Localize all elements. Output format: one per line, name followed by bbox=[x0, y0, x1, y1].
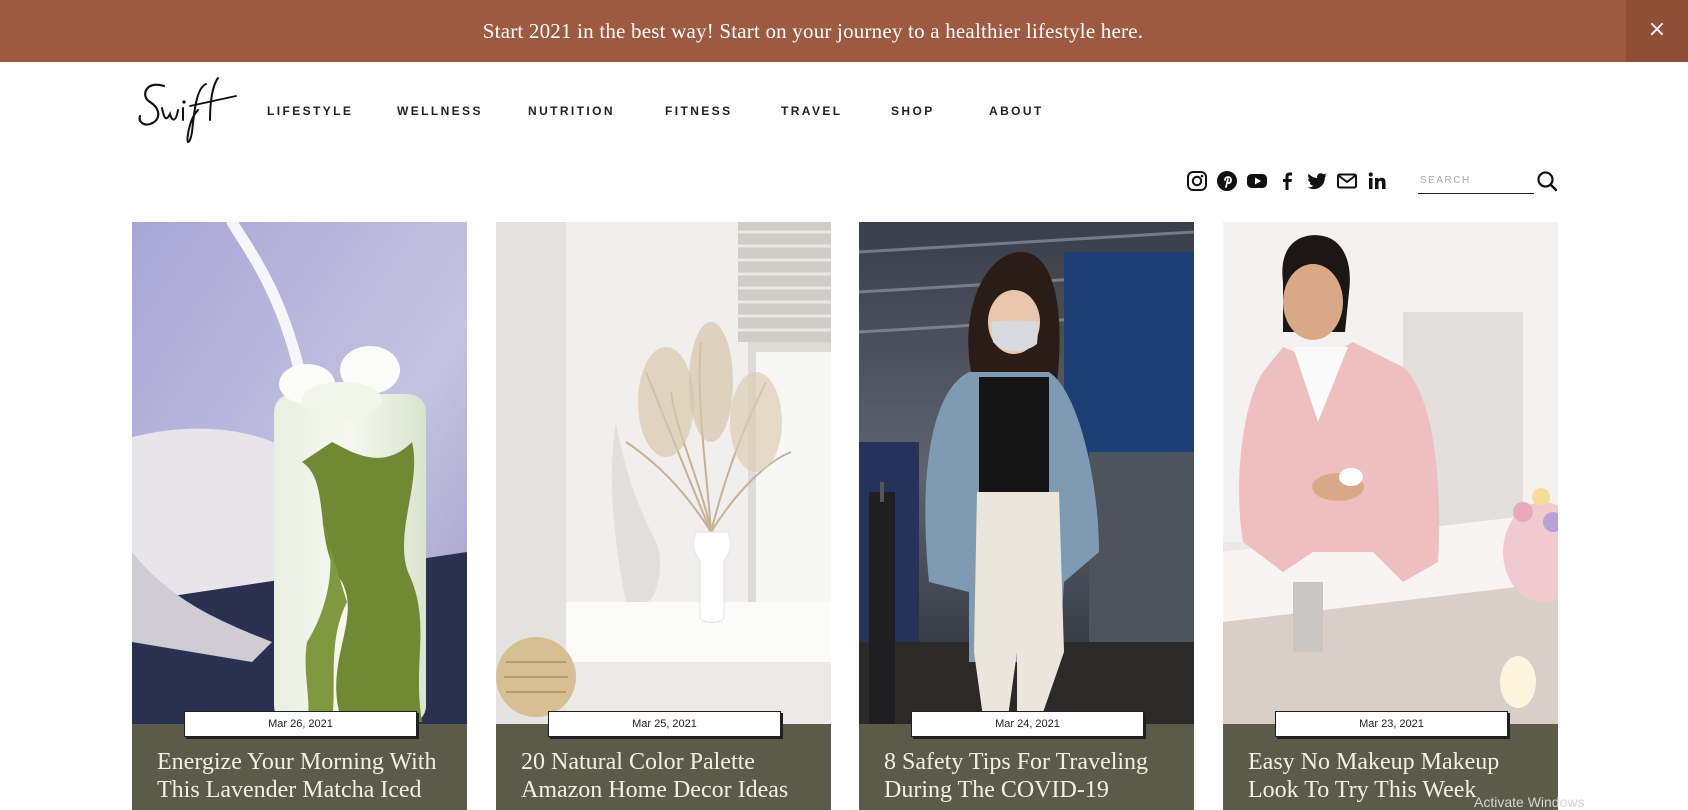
post-card[interactable]: Mar 25, 2021 20 Natural Color Palette Am… bbox=[496, 222, 831, 810]
pinterest-icon[interactable] bbox=[1216, 170, 1238, 192]
post-image-home-decor[interactable] bbox=[496, 222, 831, 724]
nav-item-travel[interactable]: TRAVEL bbox=[781, 104, 843, 118]
post-image-makeup[interactable] bbox=[1223, 222, 1558, 724]
close-banner-button[interactable]: × bbox=[1626, 0, 1688, 62]
post-card[interactable]: Mar 24, 2021 8 Safety Tips For Traveling… bbox=[859, 222, 1194, 810]
search-input[interactable] bbox=[1418, 168, 1534, 194]
youtube-icon[interactable] bbox=[1246, 170, 1268, 192]
nav-item-wellness[interactable]: WELLNESS bbox=[397, 104, 483, 118]
post-title[interactable]: Energize Your Morning With This Lavender… bbox=[157, 748, 457, 804]
nav-item-fitness[interactable]: FITNESS bbox=[665, 104, 732, 118]
announcement-banner: Start 2021 in the best way! Start on you… bbox=[0, 0, 1688, 62]
windows-activation-watermark: Activate Windows bbox=[1474, 794, 1585, 810]
nav-item-lifestyle[interactable]: LIFESTYLE bbox=[267, 104, 353, 118]
banner-text[interactable]: Start 2021 in the best way! Start on you… bbox=[0, 0, 1626, 62]
email-icon[interactable] bbox=[1336, 170, 1358, 192]
twitter-icon[interactable] bbox=[1306, 170, 1328, 192]
swift-logo[interactable] bbox=[136, 74, 238, 150]
post-title[interactable]: 8 Safety Tips For Traveling During The C… bbox=[884, 748, 1184, 804]
search-icon[interactable] bbox=[1536, 170, 1558, 192]
post-date: Mar 25, 2021 bbox=[548, 711, 781, 737]
post-card[interactable]: Mar 26, 2021 Energize Your Morning With … bbox=[132, 222, 467, 810]
post-image-matcha[interactable] bbox=[132, 222, 467, 724]
facebook-icon[interactable] bbox=[1276, 170, 1298, 192]
nav-item-about[interactable]: ABOUT bbox=[989, 104, 1044, 118]
nav-item-shop[interactable]: SHOP bbox=[891, 104, 935, 118]
linkedin-icon[interactable] bbox=[1366, 170, 1388, 192]
post-date: Mar 26, 2021 bbox=[184, 711, 417, 737]
post-image-travel[interactable] bbox=[859, 222, 1194, 724]
nav-item-nutrition[interactable]: NUTRITION bbox=[528, 104, 615, 118]
post-date: Mar 24, 2021 bbox=[911, 711, 1144, 737]
post-card[interactable]: Mar 23, 2021 Easy No Makeup Makeup Look … bbox=[1223, 222, 1558, 810]
post-date: Mar 23, 2021 bbox=[1275, 711, 1508, 737]
post-title[interactable]: 20 Natural Color Palette Amazon Home Dec… bbox=[521, 748, 821, 804]
instagram-icon[interactable] bbox=[1186, 170, 1208, 192]
